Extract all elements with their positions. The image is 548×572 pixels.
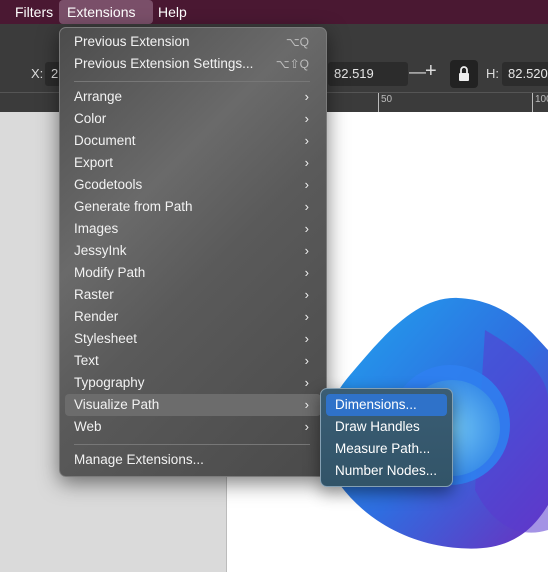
ruler-tick: [532, 93, 533, 113]
menu-item-gcodetools[interactable]: Gcodetools ›: [65, 174, 321, 196]
h-label: H:: [486, 66, 499, 81]
ruler-label-100: 100: [535, 94, 548, 105]
chevron-right-icon: ›: [304, 111, 309, 126]
width-field[interactable]: 82.519: [328, 62, 408, 86]
shortcut: ⌥Q: [285, 35, 309, 49]
menu-filters[interactable]: Filters: [7, 0, 61, 24]
menu-item-raster[interactable]: Raster ›: [65, 284, 321, 306]
menu-item-color[interactable]: Color ›: [65, 108, 321, 130]
menu-item-generate-from-path[interactable]: Generate from Path ›: [65, 196, 321, 218]
chevron-right-icon: ›: [304, 309, 309, 324]
menu-item-export[interactable]: Export ›: [65, 152, 321, 174]
menu-help[interactable]: Help: [150, 0, 195, 24]
menu-item-arrange[interactable]: Arrange ›: [65, 86, 321, 108]
menu-extensions[interactable]: Extensions: [59, 0, 153, 24]
ruler-tick: [378, 93, 379, 113]
chevron-right-icon: ›: [304, 287, 309, 302]
submenu-item-measure-path[interactable]: Measure Path...: [326, 438, 447, 460]
lock-button[interactable]: [450, 60, 478, 88]
chevron-right-icon: ›: [304, 331, 309, 346]
visualize-path-submenu: Dimensions... Draw Handles Measure Path.…: [320, 388, 453, 487]
chevron-right-icon: ›: [304, 221, 309, 236]
menu-item-previous-extension-settings[interactable]: Previous Extension Settings... ⌥⇧Q: [65, 53, 321, 75]
chevron-right-icon: ›: [304, 199, 309, 214]
submenu-item-dimensions[interactable]: Dimensions...: [326, 394, 447, 416]
menu-item-typography[interactable]: Typography ›: [65, 372, 321, 394]
menu-item-jessyink[interactable]: JessyInk ›: [65, 240, 321, 262]
menu-item-stylesheet[interactable]: Stylesheet ›: [65, 328, 321, 350]
menu-item-document[interactable]: Document ›: [65, 130, 321, 152]
x-label: X:: [31, 66, 44, 81]
menu-item-manage-extensions[interactable]: Manage Extensions...: [65, 449, 321, 471]
extensions-menu: Previous Extension ⌥Q Previous Extension…: [59, 27, 327, 477]
chevron-right-icon: ›: [304, 243, 309, 258]
chevron-right-icon: ›: [304, 375, 309, 390]
lock-icon: [459, 66, 469, 81]
decrement-button[interactable]: —: [409, 62, 426, 82]
chevron-right-icon: ›: [304, 353, 309, 368]
menu-item-modify-path[interactable]: Modify Path ›: [65, 262, 321, 284]
shortcut: ⌥⇧Q: [275, 57, 309, 71]
menu-item-render[interactable]: Render ›: [65, 306, 321, 328]
menu-separator: [74, 81, 310, 82]
chevron-right-icon: ›: [304, 155, 309, 170]
menu-item-visualize-path[interactable]: Visualize Path ›: [65, 394, 321, 416]
menu-item-previous-extension[interactable]: Previous Extension ⌥Q: [65, 31, 321, 53]
submenu-item-draw-handles[interactable]: Draw Handles: [326, 416, 447, 438]
height-field[interactable]: 82.520: [502, 62, 548, 86]
increment-button[interactable]: +: [425, 60, 437, 83]
chevron-right-icon: ›: [304, 397, 309, 412]
submenu-item-number-nodes[interactable]: Number Nodes...: [326, 460, 447, 482]
chevron-right-icon: ›: [304, 177, 309, 192]
menubar: Filters Extensions Help: [0, 0, 548, 24]
chevron-right-icon: ›: [304, 133, 309, 148]
menu-item-web[interactable]: Web ›: [65, 416, 321, 438]
menu-item-text[interactable]: Text ›: [65, 350, 321, 372]
ruler-label-50: 50: [381, 94, 393, 105]
chevron-right-icon: ›: [304, 419, 309, 434]
chevron-right-icon: ›: [304, 265, 309, 280]
menu-item-images[interactable]: Images ›: [65, 218, 321, 240]
menu-separator: [74, 444, 310, 445]
chevron-right-icon: ›: [304, 89, 309, 104]
